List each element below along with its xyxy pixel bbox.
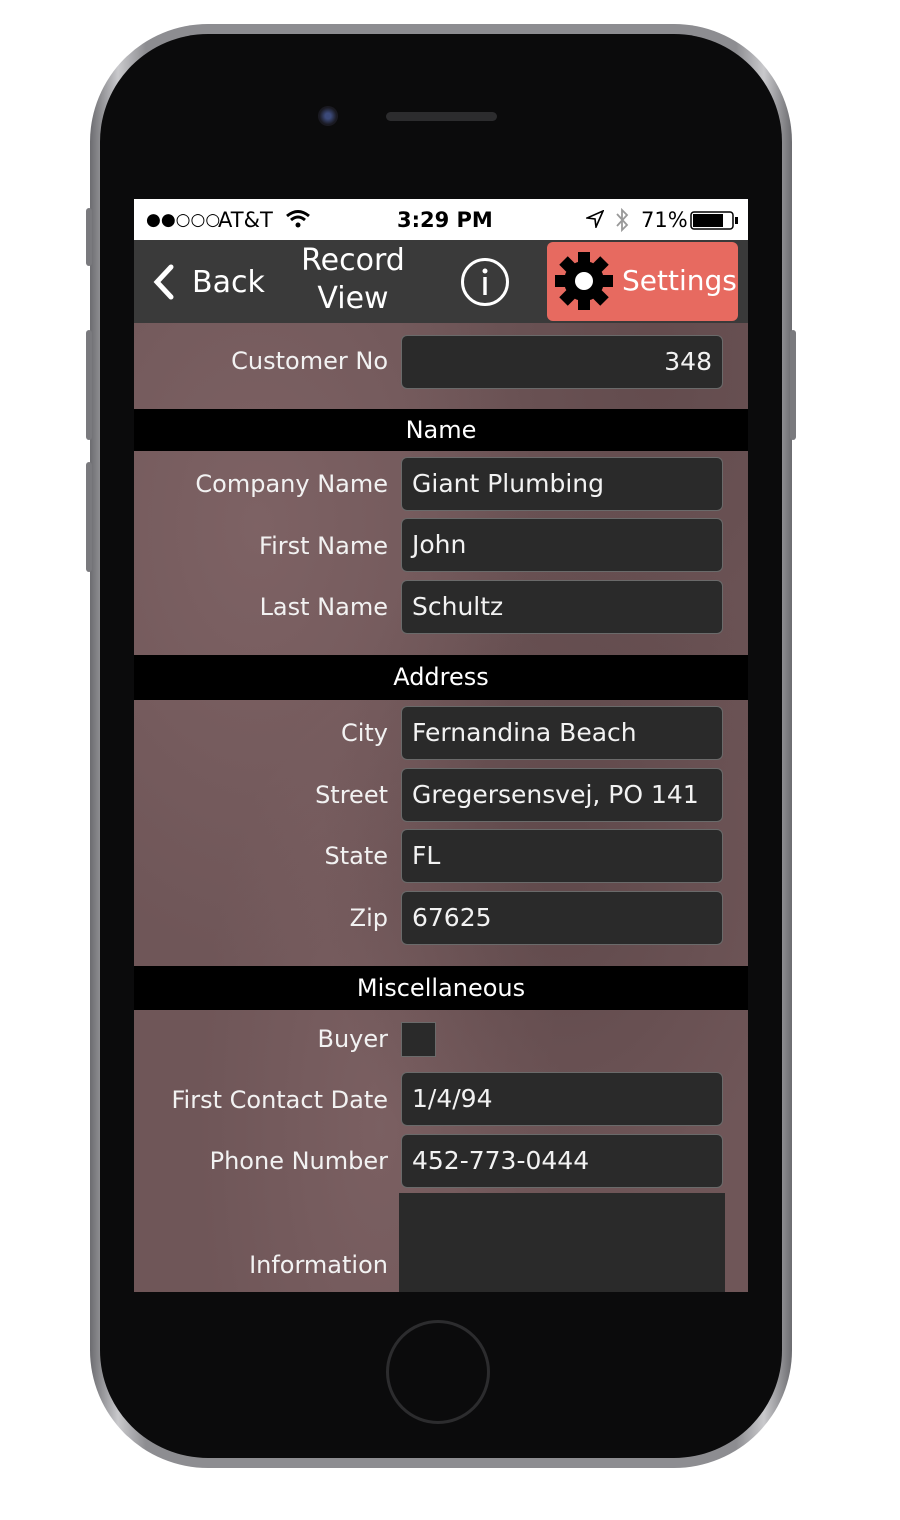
section-header-address: Address [134, 655, 748, 700]
customer-no-field[interactable]: 348 [401, 335, 723, 389]
battery-icon [690, 211, 738, 230]
customer-no-label: Customer No [231, 347, 388, 375]
street-label: Street [315, 781, 388, 809]
back-button[interactable]: Back [152, 262, 265, 302]
carrier: AT&T [218, 208, 273, 232]
city-field[interactable]: Fernandina Beach [401, 706, 723, 760]
bluetooth-icon [616, 208, 629, 232]
state-field[interactable]: FL [401, 829, 723, 883]
status-bar: ●●○○○ AT&T 3:29 PM 71% [134, 199, 748, 240]
first-contact-date-label: First Contact Date [171, 1086, 388, 1114]
last-name-label: Last Name [259, 593, 388, 621]
company-name-field[interactable]: Giant Plumbing [401, 457, 723, 511]
chevron-left-icon [153, 264, 174, 300]
zip-field[interactable]: 67625 [401, 891, 723, 945]
back-label: Back [192, 264, 265, 300]
settings-label: Settings [622, 264, 737, 297]
buyer-checkbox[interactable] [401, 1022, 436, 1057]
page-title: Record View [289, 242, 417, 318]
battery-percent: 71% [641, 208, 688, 232]
camera-icon [318, 106, 338, 126]
section-header-name: Name [134, 409, 748, 451]
info-icon[interactable] [460, 257, 510, 307]
street-field[interactable]: Gregersensvej, PO 141 [401, 768, 723, 822]
buyer-label: Buyer [317, 1025, 388, 1053]
gear-icon [555, 252, 613, 310]
signal-strength: ●●○○○ [146, 210, 221, 230]
last-name-field[interactable]: Schultz [401, 580, 723, 634]
settings-button[interactable]: Settings [547, 242, 738, 321]
zip-label: Zip [349, 904, 388, 932]
first-contact-date-field[interactable]: 1/4/94 [401, 1072, 723, 1126]
home-button[interactable] [386, 1320, 490, 1424]
company-name-label: Company Name [195, 470, 388, 498]
clock: 3:29 PM [397, 208, 493, 232]
first-name-label: First Name [259, 532, 388, 560]
volume-up-button [86, 330, 92, 440]
mute-switch [86, 208, 92, 266]
information-label: Information [249, 1251, 388, 1279]
first-name-field[interactable]: John [401, 518, 723, 572]
wifi-icon [286, 210, 310, 228]
location-icon [586, 210, 604, 228]
phone-number-field[interactable]: 452-773-0444 [401, 1134, 723, 1188]
information-textarea[interactable] [399, 1193, 725, 1292]
title-line: View [317, 281, 389, 316]
volume-down-button [86, 462, 92, 572]
phone-number-label: Phone Number [209, 1147, 388, 1175]
section-header-misc: Miscellaneous [134, 966, 748, 1010]
state-label: State [324, 842, 388, 870]
power-button [790, 330, 796, 440]
screen: ●●○○○ AT&T 3:29 PM 71% Back Record View … [134, 199, 748, 1292]
city-label: City [340, 719, 388, 747]
speaker-grill [386, 112, 497, 121]
title-line: Record [301, 243, 405, 278]
nav-bar: Back Record View Settings [134, 240, 748, 323]
